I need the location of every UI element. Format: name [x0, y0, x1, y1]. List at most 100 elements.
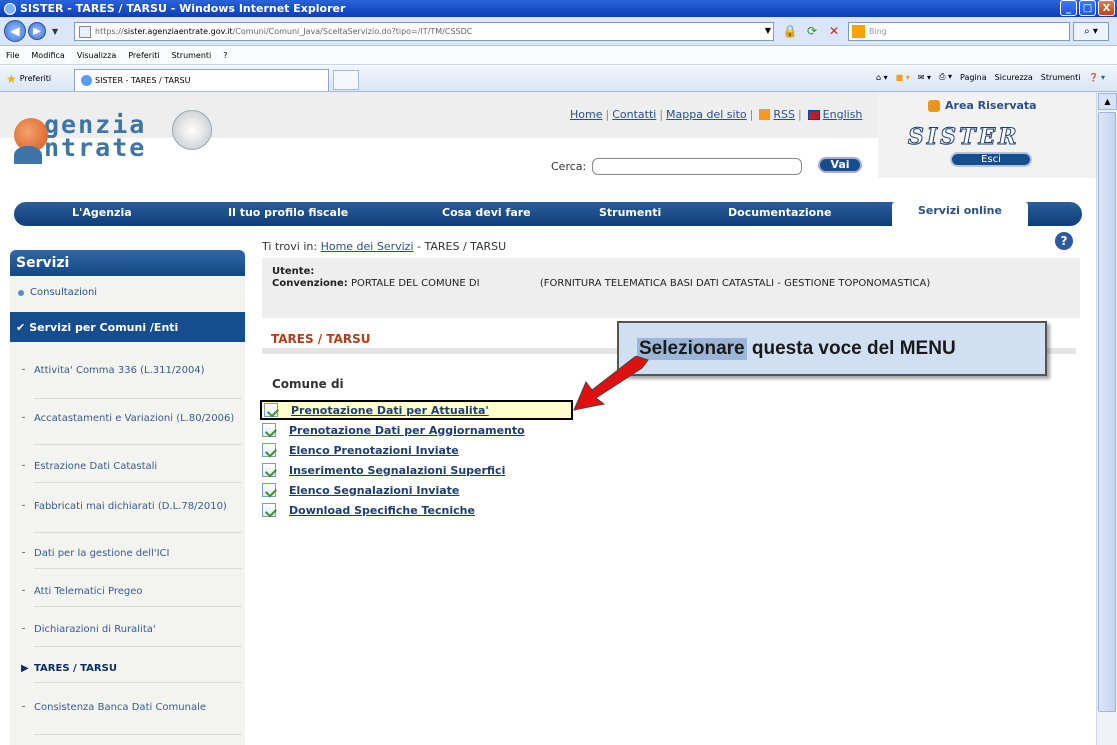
window-titlebar: SISTER - TARES / TARSU - Windows Interne…	[0, 0, 1117, 17]
stop-icon[interactable]: ✕	[826, 23, 842, 39]
sidebar-item-fabbricati[interactable]: ⁃ Fabbricati mai dichiarati (D.L.78/2010)	[21, 500, 244, 513]
menu-modifica[interactable]: Modifica	[31, 51, 64, 60]
sidebar-item-ruralita[interactable]: ⁃ Dichiarazioni di Ruralita'	[21, 623, 244, 636]
window-controls: _ □ X	[1060, 0, 1115, 16]
browser-tab[interactable]: SISTER - TARES / TARSU	[74, 69, 329, 91]
lock-icon[interactable]: 🔒	[782, 23, 798, 39]
divider	[34, 532, 242, 533]
logout-button[interactable]: Esci	[950, 152, 1032, 167]
sidebar-item-estrazione[interactable]: ⁃ Estrazione Dati Catastali	[21, 460, 244, 473]
close-button[interactable]: X	[1098, 0, 1115, 16]
menu-help[interactable]: ?	[223, 51, 227, 60]
url-path: /Comuni/Comuni_Java/SceltaServizio.do?ti…	[232, 27, 473, 36]
sidebar-item-tares[interactable]: ▶ TARES / TARSU	[21, 662, 244, 675]
address-tools: ▼ 🔒 ⟳ ✕	[760, 23, 842, 39]
triangle-right-icon: ▶	[21, 663, 29, 674]
maximize-button[interactable]: □	[1079, 0, 1096, 16]
breadcrumb-home-link[interactable]: Home dei Servizi	[321, 240, 414, 253]
link-english[interactable]: English	[823, 108, 863, 121]
sidebar-item-comma-336[interactable]: ⁃ Attivita' Comma 336 (L.311/2004)	[21, 364, 244, 377]
ie-tab-icon	[81, 75, 92, 86]
sidebar-item-consultazioni[interactable]: Consultazioni	[10, 287, 245, 298]
nav-documentazione[interactable]: Documentazione	[728, 206, 832, 219]
check-icon: ✔	[16, 320, 26, 334]
divider	[34, 444, 242, 445]
refresh-icon[interactable]: ⟳	[804, 23, 820, 39]
link-prenotazione-attualita[interactable]: Prenotazione Dati per Attualita'	[291, 404, 489, 417]
link-home[interactable]: Home	[570, 108, 602, 121]
forward-button[interactable]: ▶	[28, 22, 46, 40]
site-search-input[interactable]	[592, 158, 803, 175]
feeds-icon[interactable]: ■ ▾	[896, 73, 910, 82]
link-download-specifiche[interactable]: Download Specifiche Tecniche	[289, 504, 475, 517]
link-elenco-segnalazioni[interactable]: Elenco Segnalazioni Inviate	[289, 484, 459, 497]
nav-servizi-online[interactable]: Servizi online	[892, 202, 1028, 226]
command-sicurezza[interactable]: Sicurezza	[995, 73, 1033, 82]
link-mappa[interactable]: Mappa del sito	[666, 108, 747, 121]
comune-label: Comune di	[272, 377, 344, 391]
bullet-icon	[18, 289, 24, 296]
menu-file[interactable]: File	[6, 51, 19, 60]
sidebar-item-pregeo[interactable]: ⁃ Atti Telematici Pregeo	[21, 585, 244, 598]
command-strumenti[interactable]: Strumenti	[1041, 73, 1081, 82]
print-icon[interactable]: ⎙ ▾	[939, 72, 952, 82]
help-circle-icon[interactable]: ❓ ▾	[1088, 73, 1105, 82]
nav-strumenti[interactable]: Strumenti	[599, 206, 661, 219]
search-input[interactable]: Bing	[848, 22, 1070, 41]
menu-preferiti[interactable]: Preferiti	[128, 51, 159, 60]
sidebar-section-comuni[interactable]: ✔ Servizi per Comuni /Enti	[10, 312, 245, 342]
scroll-thumb[interactable]	[1098, 112, 1116, 712]
minimize-button[interactable]: _	[1060, 0, 1077, 16]
search-go-button[interactable]: Vai	[818, 157, 862, 173]
search-button[interactable]: ⌕ ▾	[1073, 22, 1109, 41]
agenzia-entrate-logo[interactable]: genzia ntrate	[14, 110, 146, 164]
sidebar-title: Servizi	[10, 250, 245, 276]
tab-title: SISTER - TARES / TARSU	[95, 76, 191, 85]
favorites-label: Preferiti	[19, 74, 52, 83]
document-check-icon	[262, 423, 276, 437]
mail-icon[interactable]: ✉ ▾	[918, 73, 931, 82]
sidebar-item-accatastamenti[interactable]: ⁃ Accatastamenti e Variazioni (L.80/2006)	[21, 412, 244, 425]
callout-highlight: Selezionare	[637, 337, 747, 360]
divider	[34, 606, 242, 607]
vertical-scrollbar[interactable]: ▲	[1096, 92, 1117, 745]
link-prenotazione-aggiornamento[interactable]: Prenotazione Dati per Aggiornamento	[289, 424, 525, 437]
favorites-button[interactable]: ★ Preferiti	[0, 72, 51, 86]
nav-cosa-devi-fare[interactable]: Cosa devi fare	[442, 206, 531, 219]
sidebar-item-ici[interactable]: ⁃ Dati per la gestione dell'ICI	[21, 547, 244, 560]
back-button[interactable]: ◀	[4, 20, 26, 42]
callout-text: questa voce del MENU	[751, 337, 956, 359]
sidebar-item-label: Attivita' Comma 336 (L.311/2004)	[34, 365, 205, 376]
sidebar-item-consistenza[interactable]: ⁃ Consistenza Banca Dati Comunale	[21, 701, 244, 714]
help-icon[interactable]: ?	[1055, 232, 1073, 250]
home-icon[interactable]: ⌂ ▾	[876, 73, 888, 82]
history-dropdown-icon[interactable]: ▼	[52, 27, 58, 36]
menu-bar: File Modifica Visualizza Preferiti Strum…	[0, 47, 1117, 65]
link-contatti[interactable]: Contatti	[612, 108, 656, 121]
list-item: Prenotazione Dati per Aggiornamento	[262, 420, 573, 440]
address-toolbar: ◀ ▶ ▼ https://sister.agenziaentrate.gov.…	[0, 17, 1117, 46]
url-prefix: https://	[95, 27, 124, 36]
document-check-icon	[262, 443, 276, 457]
tick-icon: ⁃	[21, 548, 26, 559]
nav-agenzia[interactable]: L'Agenzia	[72, 206, 132, 219]
link-inserimento-segnalazioni[interactable]: Inserimento Segnalazioni Superfici	[289, 464, 505, 477]
link-rss[interactable]: RSS	[773, 108, 795, 121]
dropdown-icon[interactable]: ▼	[760, 23, 776, 39]
nav-profilo-fiscale[interactable]: Il tuo profilo fiscale	[228, 206, 348, 219]
search-label: Cerca:	[551, 160, 587, 173]
breadcrumb: Ti trovi in: Home dei Servizi - TARES / …	[262, 240, 506, 253]
address-input[interactable]: https://sister.agenziaentrate.gov.it/Com…	[74, 22, 774, 41]
user-info-box: Utente: Convenzione: PORTALE DEL COMUNE …	[262, 258, 1080, 318]
separator: |	[659, 108, 664, 121]
link-elenco-prenotazioni[interactable]: Elenco Prenotazioni Inviate	[289, 444, 459, 457]
padlock-icon	[928, 99, 940, 112]
scroll-up-icon[interactable]: ▲	[1098, 93, 1117, 110]
command-pagina[interactable]: Pagina	[960, 73, 987, 82]
tick-icon: ⁃	[21, 501, 26, 512]
convention-detail: (FORNITURA TELEMATICA BASI DATI CATASTAL…	[539, 278, 931, 289]
menu-visualizza[interactable]: Visualizza	[77, 51, 116, 60]
menu-strumenti[interactable]: Strumenti	[172, 51, 212, 60]
sister-logo: SISTER	[908, 124, 1020, 151]
new-tab-button[interactable]	[333, 70, 359, 90]
